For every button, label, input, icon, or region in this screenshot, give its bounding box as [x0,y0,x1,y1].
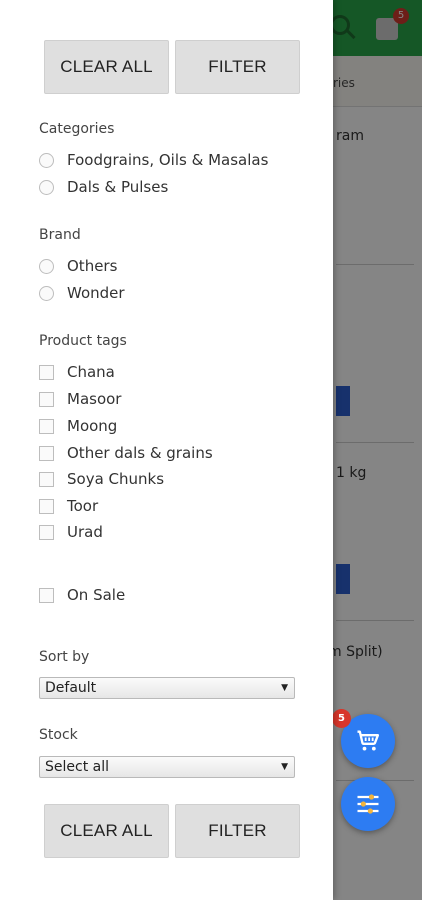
checkbox[interactable] [39,364,54,380]
filter-toggle-button[interactable] [341,777,395,831]
tag-option[interactable]: Masoor [39,389,121,409]
category-option[interactable]: Dals & Pulses [39,177,168,197]
product-tags-title: Product tags [39,333,127,349]
checkbox[interactable] [39,445,54,461]
dropdown-arrow-icon: ▼ [281,683,288,693]
categories-title: Categories [39,121,115,137]
sliders-icon [357,794,379,814]
checkbox[interactable] [39,418,54,434]
clear-all-button[interactable]: CLEAR ALL [44,804,169,858]
radio-button[interactable] [39,179,54,195]
radio-button[interactable] [39,152,54,168]
checkbox[interactable] [39,391,54,407]
tag-option-label: Soya Chunks [67,470,165,488]
stock-value: Select all [45,759,109,775]
tag-option[interactable]: Soya Chunks [39,469,164,489]
cart-icon [357,730,380,751]
filter-button[interactable]: FILTER [175,804,300,858]
radio-button[interactable] [39,258,54,274]
checkbox[interactable] [39,471,54,487]
on-sale-label: On Sale [67,586,126,604]
brand-option[interactable]: Wonder [39,283,125,303]
tag-option[interactable]: Other dals & grains [39,443,213,463]
tag-option-label: Other dals & grains [67,444,213,462]
stock-select[interactable]: Select all ▼ [39,756,295,778]
cart-count-badge: 5 [332,709,351,728]
category-option-label: Dals & Pulses [67,178,169,196]
tag-option[interactable]: Moong [39,416,117,436]
category-option-label: Foodgrains, Oils & Masalas [67,151,269,169]
category-option[interactable]: Foodgrains, Oils & Masalas [39,150,268,170]
filter-actions-top: CLEAR ALL FILTER [44,40,300,94]
checkbox[interactable] [39,498,54,514]
filter-drawer: CLEAR ALL FILTER Categories Foodgrains, … [0,0,333,900]
tag-option-label: Masoor [67,390,122,408]
checkbox[interactable] [39,587,54,603]
filter-actions-bottom: CLEAR ALL FILTER [44,804,300,858]
tag-option[interactable]: Toor [39,496,98,516]
tag-option[interactable]: Urad [39,522,103,542]
brand-option[interactable]: Others [39,256,117,276]
tag-option-label: Toor [67,497,99,515]
dropdown-arrow-icon: ▼ [281,762,288,772]
brand-option-label: Wonder [67,284,125,302]
tag-option-label: Urad [67,523,103,541]
clear-all-button[interactable]: CLEAR ALL [44,40,169,94]
tag-option-label: Chana [67,363,115,381]
checkbox[interactable] [39,524,54,540]
stock-title: Stock [39,727,78,743]
tag-option[interactable]: Chana [39,362,115,382]
sort-by-select[interactable]: Default ▼ [39,677,295,699]
brand-option-label: Others [67,257,118,275]
on-sale-option[interactable]: On Sale [39,585,125,605]
radio-button[interactable] [39,285,54,301]
brand-title: Brand [39,227,81,243]
tag-option-label: Moong [67,417,118,435]
sort-by-title: Sort by [39,649,90,665]
filter-button[interactable]: FILTER [175,40,300,94]
sort-by-value: Default [45,680,97,696]
